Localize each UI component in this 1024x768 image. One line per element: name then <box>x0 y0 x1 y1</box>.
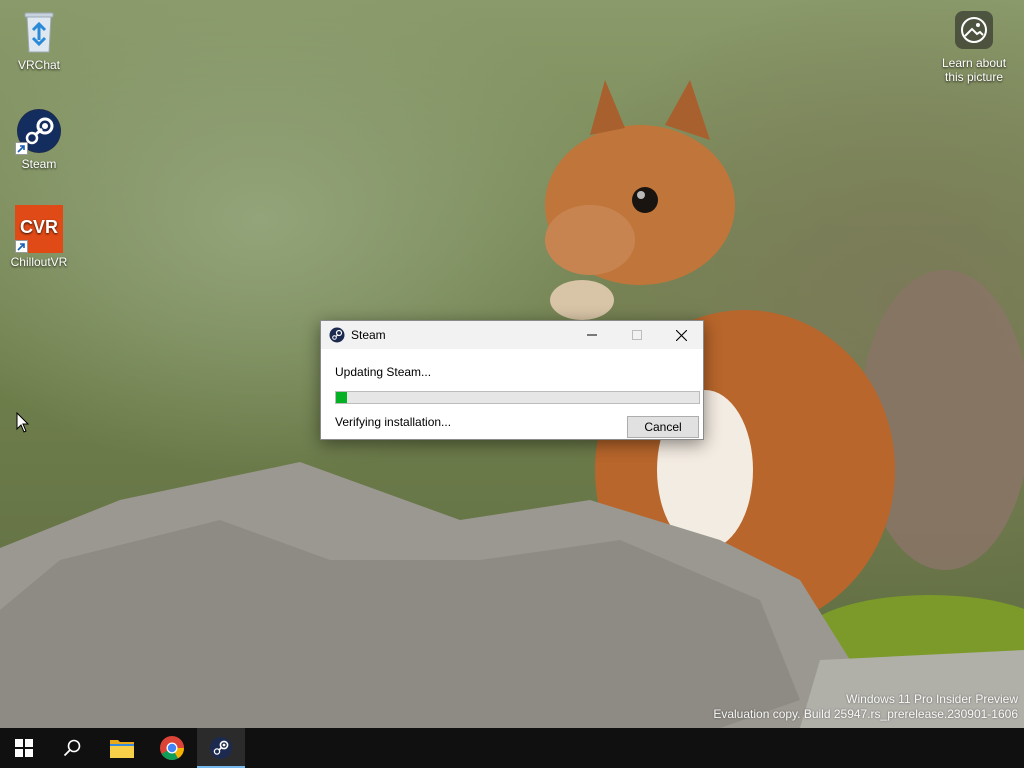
desktop-icon-label: VRChat <box>17 58 61 72</box>
verify-status-text: Verifying installation... <box>335 415 452 429</box>
steam-icon <box>329 327 345 343</box>
steam-icon <box>210 737 232 759</box>
watermark-line1: Windows 11 Pro Insider Preview <box>846 692 1018 706</box>
taskbar-chrome[interactable] <box>148 728 196 768</box>
steam-update-dialog: Steam Updating Steam... Verifying instal… <box>320 320 704 440</box>
recycle-bin-icon <box>15 8 63 56</box>
desktop-icon-label: ChilloutVR <box>10 255 68 269</box>
start-button[interactable] <box>0 728 48 768</box>
search-icon <box>63 739 81 757</box>
dialog-title: Steam <box>351 328 386 342</box>
taskbar <box>0 728 1024 768</box>
taskbar-steam[interactable] <box>197 728 245 768</box>
learn-picture-line2: this picture <box>944 70 1004 84</box>
picture-info-icon <box>954 10 994 50</box>
minimize-button[interactable] <box>569 321 614 349</box>
watermark-line2: Evaluation copy. Build 25947.rs_prerelea… <box>713 707 1018 721</box>
update-progress-bar <box>335 391 700 404</box>
cancel-button[interactable]: Cancel <box>627 416 699 438</box>
desktop-icon-vrchat[interactable]: VRChat <box>1 8 77 72</box>
dialog-titlebar[interactable]: Steam <box>321 321 703 349</box>
desktop-icon-label: Steam <box>21 157 57 171</box>
start-icon <box>15 739 33 757</box>
learn-picture-line1: Learn about <box>941 56 1007 70</box>
close-button[interactable] <box>659 321 704 349</box>
desktop-icon-chilloutvr[interactable]: CVR ChilloutVR <box>1 205 77 269</box>
file-explorer-icon <box>110 740 134 758</box>
maximize-button <box>614 321 659 349</box>
taskbar-file-explorer[interactable] <box>98 728 146 768</box>
steam-icon <box>15 107 63 155</box>
chrome-icon <box>160 736 184 761</box>
update-status-text: Updating Steam... <box>335 365 432 379</box>
close-icon <box>676 329 687 341</box>
minimize-icon <box>586 334 597 336</box>
chilloutvr-icon: CVR <box>15 205 63 253</box>
svg-text:CVR: CVR <box>20 217 58 237</box>
maximize-icon <box>631 330 642 340</box>
mouse-cursor <box>16 411 30 437</box>
shortcut-arrow-icon <box>15 142 28 155</box>
windows-watermark: Windows 11 Pro Insider Preview Evaluatio… <box>713 692 1018 722</box>
shortcut-arrow-icon <box>15 240 28 253</box>
desktop-icon-steam[interactable]: Steam <box>1 107 77 171</box>
search-button[interactable] <box>48 728 96 768</box>
cursor-arrow-icon <box>16 411 30 433</box>
learn-about-picture[interactable]: Learn about this picture <box>936 10 1012 84</box>
progress-fill <box>336 392 347 403</box>
